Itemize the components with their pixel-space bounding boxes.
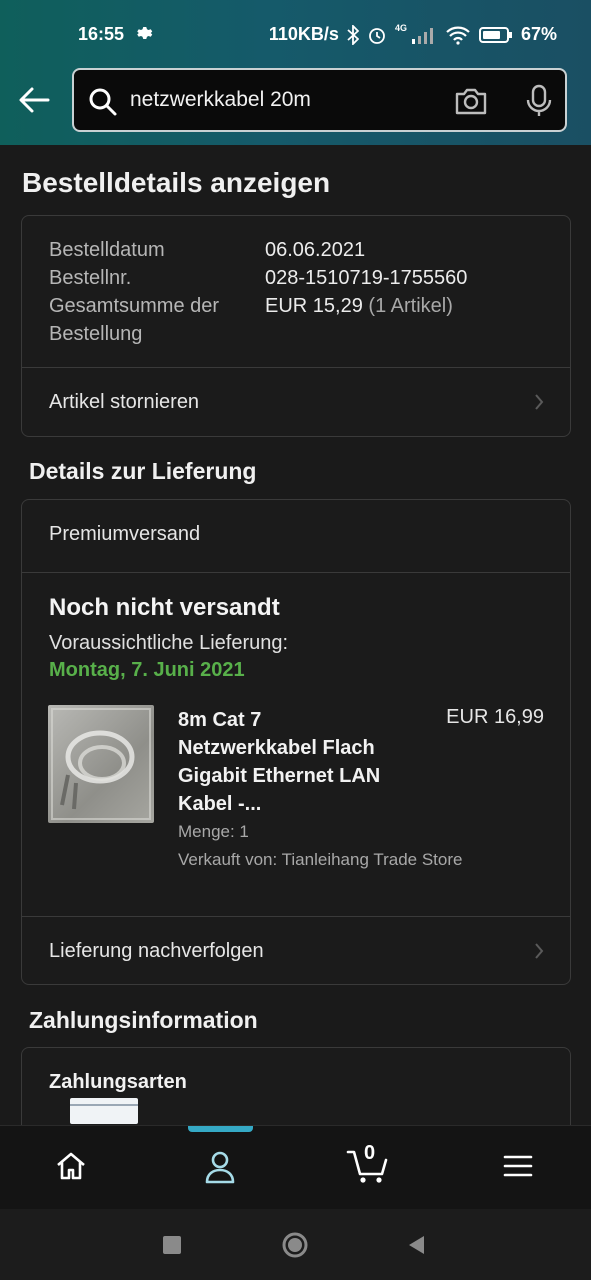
page-title: Bestelldetails anzeigen bbox=[22, 167, 331, 198]
divider bbox=[22, 572, 570, 573]
product-price: EUR 16,99 bbox=[446, 706, 544, 728]
nav-account[interactable] bbox=[204, 1150, 236, 1189]
cancel-items-label: Artikel stornieren bbox=[49, 391, 200, 413]
back-button[interactable] bbox=[16, 84, 52, 116]
signal-icon bbox=[411, 27, 433, 44]
order-details-content: Bestelldetails anzeigen Bestelldatum 06.… bbox=[0, 145, 591, 1167]
payment-methods-label: Zahlungsarten bbox=[49, 1071, 187, 1093]
product-title-line: Netzwerkkabel Flach bbox=[178, 737, 375, 759]
shipping-method: Premiumversand bbox=[49, 523, 201, 545]
cancel-items-row[interactable]: Artikel stornieren bbox=[22, 368, 570, 436]
order-summary-card: Bestelldatum 06.06.2021 Bestellnr. 028-1… bbox=[21, 215, 571, 437]
status-time: 16:55 bbox=[78, 24, 125, 44]
expected-delivery-date: Montag, 7. Juni 2021 bbox=[49, 659, 245, 681]
hamburger-menu-icon bbox=[503, 1155, 533, 1177]
payment-section-title: Zahlungsinformation bbox=[29, 1007, 258, 1033]
search-bar[interactable]: netzwerkkabel 20m bbox=[72, 68, 567, 132]
active-tab-indicator bbox=[188, 1126, 253, 1132]
user-icon bbox=[205, 1151, 235, 1184]
order-total-label-line2: Bestellung bbox=[49, 323, 143, 345]
cart-count-badge: 0 bbox=[364, 1142, 376, 1164]
delivery-section-title: Details zur Lieferung bbox=[29, 458, 257, 484]
wifi-icon bbox=[446, 26, 470, 45]
track-delivery-row[interactable]: Lieferung nachverfolgen bbox=[22, 917, 570, 985]
network-type: 4G bbox=[394, 22, 407, 33]
back-triangle-icon[interactable] bbox=[406, 1234, 426, 1256]
payment-card-image bbox=[70, 1098, 138, 1124]
shipment-status: Noch nicht versandt bbox=[49, 594, 280, 621]
order-total-label: Gesamtsumme der bbox=[49, 295, 220, 317]
home-circle-icon[interactable] bbox=[281, 1231, 309, 1259]
settings-gear-icon bbox=[137, 27, 153, 39]
home-icon bbox=[57, 1152, 85, 1180]
nav-home[interactable] bbox=[55, 1150, 87, 1187]
product-title-line: Gigabit Ethernet LAN bbox=[178, 765, 381, 787]
order-number-label: Bestellnr. bbox=[49, 267, 132, 289]
order-date-value: 06.06.2021 bbox=[265, 239, 366, 261]
status-indicators: 110KB/s 4G 67% bbox=[268, 22, 557, 45]
order-date-label: Bestelldatum bbox=[49, 239, 165, 261]
order-total-items: (1 Artikel) bbox=[368, 295, 453, 317]
battery-percent: 67% bbox=[520, 24, 557, 44]
expected-delivery-label: Voraussichtliche Lieferung: bbox=[49, 632, 289, 654]
top-header: 16:55 110KB/s 4G 67% netzwerkkabel 20m bbox=[0, 0, 591, 145]
order-total-value: EUR 15,29 (1 Artikel) bbox=[265, 295, 453, 318]
product-title-line: Kabel -... bbox=[178, 793, 262, 815]
arrow-left-icon bbox=[19, 87, 50, 113]
battery-icon bbox=[478, 26, 512, 43]
alarm-icon bbox=[369, 27, 385, 44]
status-bar: 16:55 110KB/s 4G 67% bbox=[0, 0, 591, 68]
product-title-line: 8m Cat 7 bbox=[178, 709, 262, 731]
nav-menu[interactable] bbox=[503, 1154, 533, 1183]
product-title[interactable]: 8m Cat 7 Netzwerkkabel Flach Gigabit Eth… bbox=[178, 706, 418, 818]
search-input[interactable]: netzwerkkabel 20m bbox=[130, 88, 311, 112]
nav-cart[interactable]: 0 bbox=[346, 1142, 390, 1189]
chevron-right-icon bbox=[535, 943, 544, 959]
microphone-icon[interactable] bbox=[526, 84, 552, 118]
search-icon bbox=[89, 88, 117, 116]
order-number-value: 028-1510719-1755560 bbox=[265, 267, 468, 289]
product-image[interactable] bbox=[48, 705, 154, 823]
track-delivery-label: Lieferung nachverfolgen bbox=[49, 940, 264, 962]
system-navigation-bar bbox=[0, 1209, 591, 1280]
camera-icon[interactable] bbox=[454, 86, 488, 116]
recent-apps-button[interactable] bbox=[163, 1236, 181, 1254]
network-speed: 110KB/s bbox=[268, 24, 339, 44]
cable-image-icon bbox=[51, 708, 151, 820]
bottom-navigation: 0 bbox=[0, 1125, 591, 1209]
product-seller[interactable]: Verkauft von: Tianleihang Trade Store bbox=[178, 850, 462, 870]
chevron-right-icon bbox=[535, 394, 544, 410]
delivery-card: Premiumversand Noch nicht versandt Vorau… bbox=[21, 499, 571, 985]
bluetooth-icon bbox=[347, 24, 359, 45]
product-quantity: Menge: 1 bbox=[178, 822, 249, 841]
order-total-amount: EUR 15,29 bbox=[265, 295, 363, 317]
